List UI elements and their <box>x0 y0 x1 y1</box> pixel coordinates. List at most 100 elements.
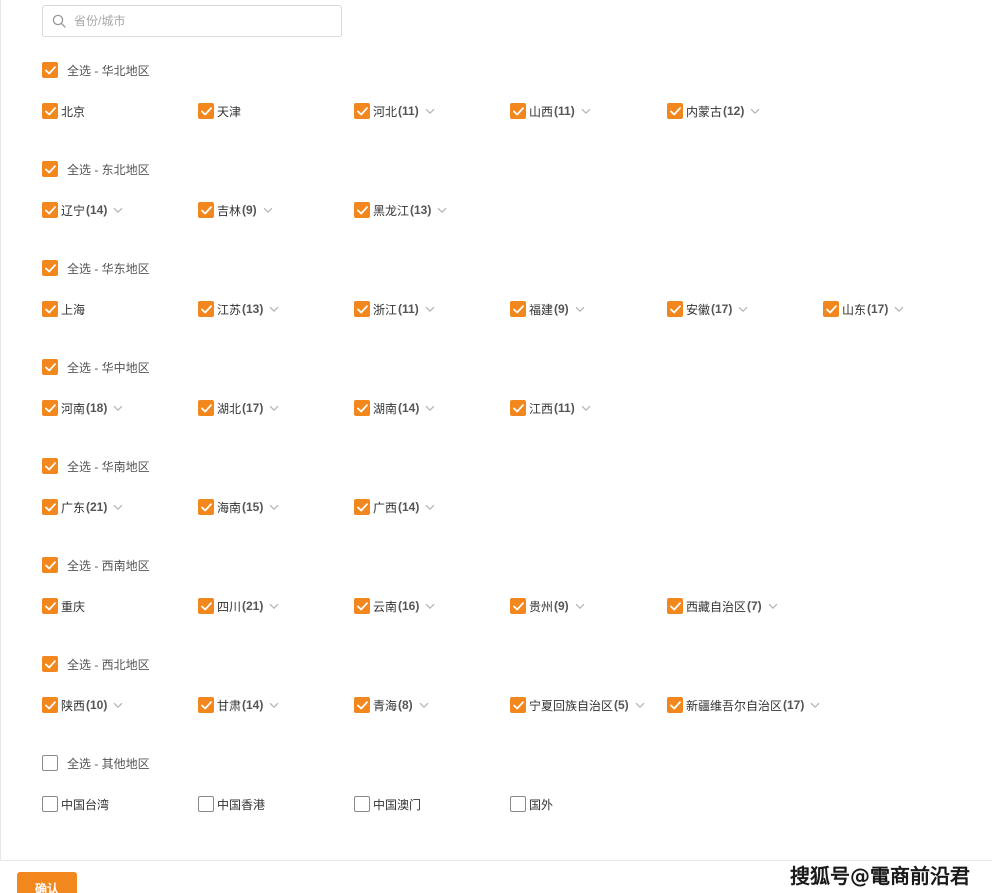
province-item[interactable]: 吉林 (9) <box>198 202 273 218</box>
search-box[interactable] <box>42 5 342 37</box>
province-checkbox[interactable] <box>42 697 58 713</box>
province-item[interactable]: 天津 <box>198 103 241 119</box>
chevron-down-icon[interactable] <box>419 702 429 709</box>
province-checkbox[interactable] <box>42 301 58 317</box>
chevron-down-icon[interactable] <box>437 207 447 214</box>
region-select-all[interactable]: 全选 - 华东地区 <box>42 260 150 276</box>
province-item[interactable]: 山东 (17) <box>823 301 904 317</box>
province-checkbox[interactable] <box>354 499 370 515</box>
province-checkbox[interactable] <box>198 301 214 317</box>
chevron-down-icon[interactable] <box>425 603 435 610</box>
select-all-checkbox[interactable] <box>42 359 58 375</box>
province-item[interactable]: 中国台湾 <box>42 796 109 812</box>
province-item[interactable]: 宁夏回族自治区 (5) <box>510 697 645 713</box>
province-checkbox[interactable] <box>198 202 214 218</box>
select-all-checkbox[interactable] <box>42 458 58 474</box>
chevron-down-icon[interactable] <box>269 603 279 610</box>
province-item[interactable]: 中国澳门 <box>354 796 421 812</box>
chevron-down-icon[interactable] <box>113 207 123 214</box>
province-checkbox[interactable] <box>198 499 214 515</box>
chevron-down-icon[interactable] <box>113 405 123 412</box>
province-checkbox[interactable] <box>823 301 839 317</box>
select-all-checkbox[interactable] <box>42 557 58 573</box>
chevron-down-icon[interactable] <box>263 207 273 214</box>
region-select-all[interactable]: 全选 - 东北地区 <box>42 161 150 177</box>
province-checkbox[interactable] <box>354 697 370 713</box>
select-all-checkbox[interactable] <box>42 62 58 78</box>
province-checkbox[interactable] <box>42 796 58 812</box>
province-checkbox[interactable] <box>42 499 58 515</box>
chevron-down-icon[interactable] <box>113 504 123 511</box>
chevron-down-icon[interactable] <box>581 405 591 412</box>
chevron-down-icon[interactable] <box>575 306 585 313</box>
confirm-button[interactable]: 确认 <box>17 872 77 893</box>
chevron-down-icon[interactable] <box>425 504 435 511</box>
province-checkbox[interactable] <box>510 796 526 812</box>
province-item[interactable]: 江苏 (13) <box>198 301 279 317</box>
chevron-down-icon[interactable] <box>810 702 820 709</box>
chevron-down-icon[interactable] <box>750 108 760 115</box>
province-item[interactable]: 中国香港 <box>198 796 265 812</box>
chevron-down-icon[interactable] <box>425 405 435 412</box>
province-item[interactable]: 辽宁 (14) <box>42 202 123 218</box>
province-checkbox[interactable] <box>198 796 214 812</box>
province-item[interactable]: 青海 (8) <box>354 697 429 713</box>
chevron-down-icon[interactable] <box>768 603 778 610</box>
province-item[interactable]: 湖北 (17) <box>198 400 279 416</box>
province-checkbox[interactable] <box>510 301 526 317</box>
chevron-down-icon[interactable] <box>738 306 748 313</box>
chevron-down-icon[interactable] <box>269 405 279 412</box>
province-item[interactable]: 新疆维吾尔自治区 (17) <box>667 697 820 713</box>
region-select-all[interactable]: 全选 - 其他地区 <box>42 755 150 771</box>
search-input[interactable] <box>74 14 324 28</box>
select-all-checkbox[interactable] <box>42 161 58 177</box>
province-item[interactable]: 湖南 (14) <box>354 400 435 416</box>
province-item[interactable]: 甘肃 (14) <box>198 697 279 713</box>
province-item[interactable]: 重庆 <box>42 598 85 614</box>
chevron-down-icon[interactable] <box>269 504 279 511</box>
province-item[interactable]: 黑龙江 (13) <box>354 202 447 218</box>
province-item[interactable]: 上海 <box>42 301 85 317</box>
chevron-down-icon[interactable] <box>635 702 645 709</box>
province-item[interactable]: 安徽 (17) <box>667 301 748 317</box>
province-checkbox[interactable] <box>42 400 58 416</box>
select-all-checkbox[interactable] <box>42 260 58 276</box>
province-item[interactable]: 国外 <box>510 796 553 812</box>
province-checkbox[interactable] <box>198 697 214 713</box>
province-checkbox[interactable] <box>510 697 526 713</box>
province-item[interactable]: 山西 (11) <box>510 103 591 119</box>
province-checkbox[interactable] <box>510 598 526 614</box>
province-checkbox[interactable] <box>354 301 370 317</box>
region-select-all[interactable]: 全选 - 华北地区 <box>42 62 150 78</box>
chevron-down-icon[interactable] <box>269 702 279 709</box>
province-item[interactable]: 海南 (15) <box>198 499 279 515</box>
province-checkbox[interactable] <box>42 103 58 119</box>
province-item[interactable]: 广东 (21) <box>42 499 123 515</box>
province-checkbox[interactable] <box>198 400 214 416</box>
province-item[interactable]: 西藏自治区 (7) <box>667 598 778 614</box>
province-checkbox[interactable] <box>510 400 526 416</box>
province-item[interactable]: 贵州 (9) <box>510 598 585 614</box>
province-checkbox[interactable] <box>510 103 526 119</box>
province-checkbox[interactable] <box>198 103 214 119</box>
chevron-down-icon[interactable] <box>269 306 279 313</box>
province-item[interactable]: 广西 (14) <box>354 499 435 515</box>
select-all-checkbox[interactable] <box>42 755 58 771</box>
province-checkbox[interactable] <box>42 202 58 218</box>
province-checkbox[interactable] <box>354 202 370 218</box>
province-item[interactable]: 内蒙古 (12) <box>667 103 760 119</box>
region-select-all[interactable]: 全选 - 华中地区 <box>42 359 150 375</box>
region-select-all[interactable]: 全选 - 西南地区 <box>42 557 150 573</box>
province-item[interactable]: 北京 <box>42 103 85 119</box>
chevron-down-icon[interactable] <box>113 702 123 709</box>
chevron-down-icon[interactable] <box>425 108 435 115</box>
chevron-down-icon[interactable] <box>425 306 435 313</box>
province-checkbox[interactable] <box>198 598 214 614</box>
province-checkbox[interactable] <box>42 598 58 614</box>
province-checkbox[interactable] <box>667 301 683 317</box>
province-item[interactable]: 浙江 (11) <box>354 301 435 317</box>
province-checkbox[interactable] <box>667 103 683 119</box>
province-item[interactable]: 云南 (16) <box>354 598 435 614</box>
province-item[interactable]: 陕西 (10) <box>42 697 123 713</box>
chevron-down-icon[interactable] <box>894 306 904 313</box>
